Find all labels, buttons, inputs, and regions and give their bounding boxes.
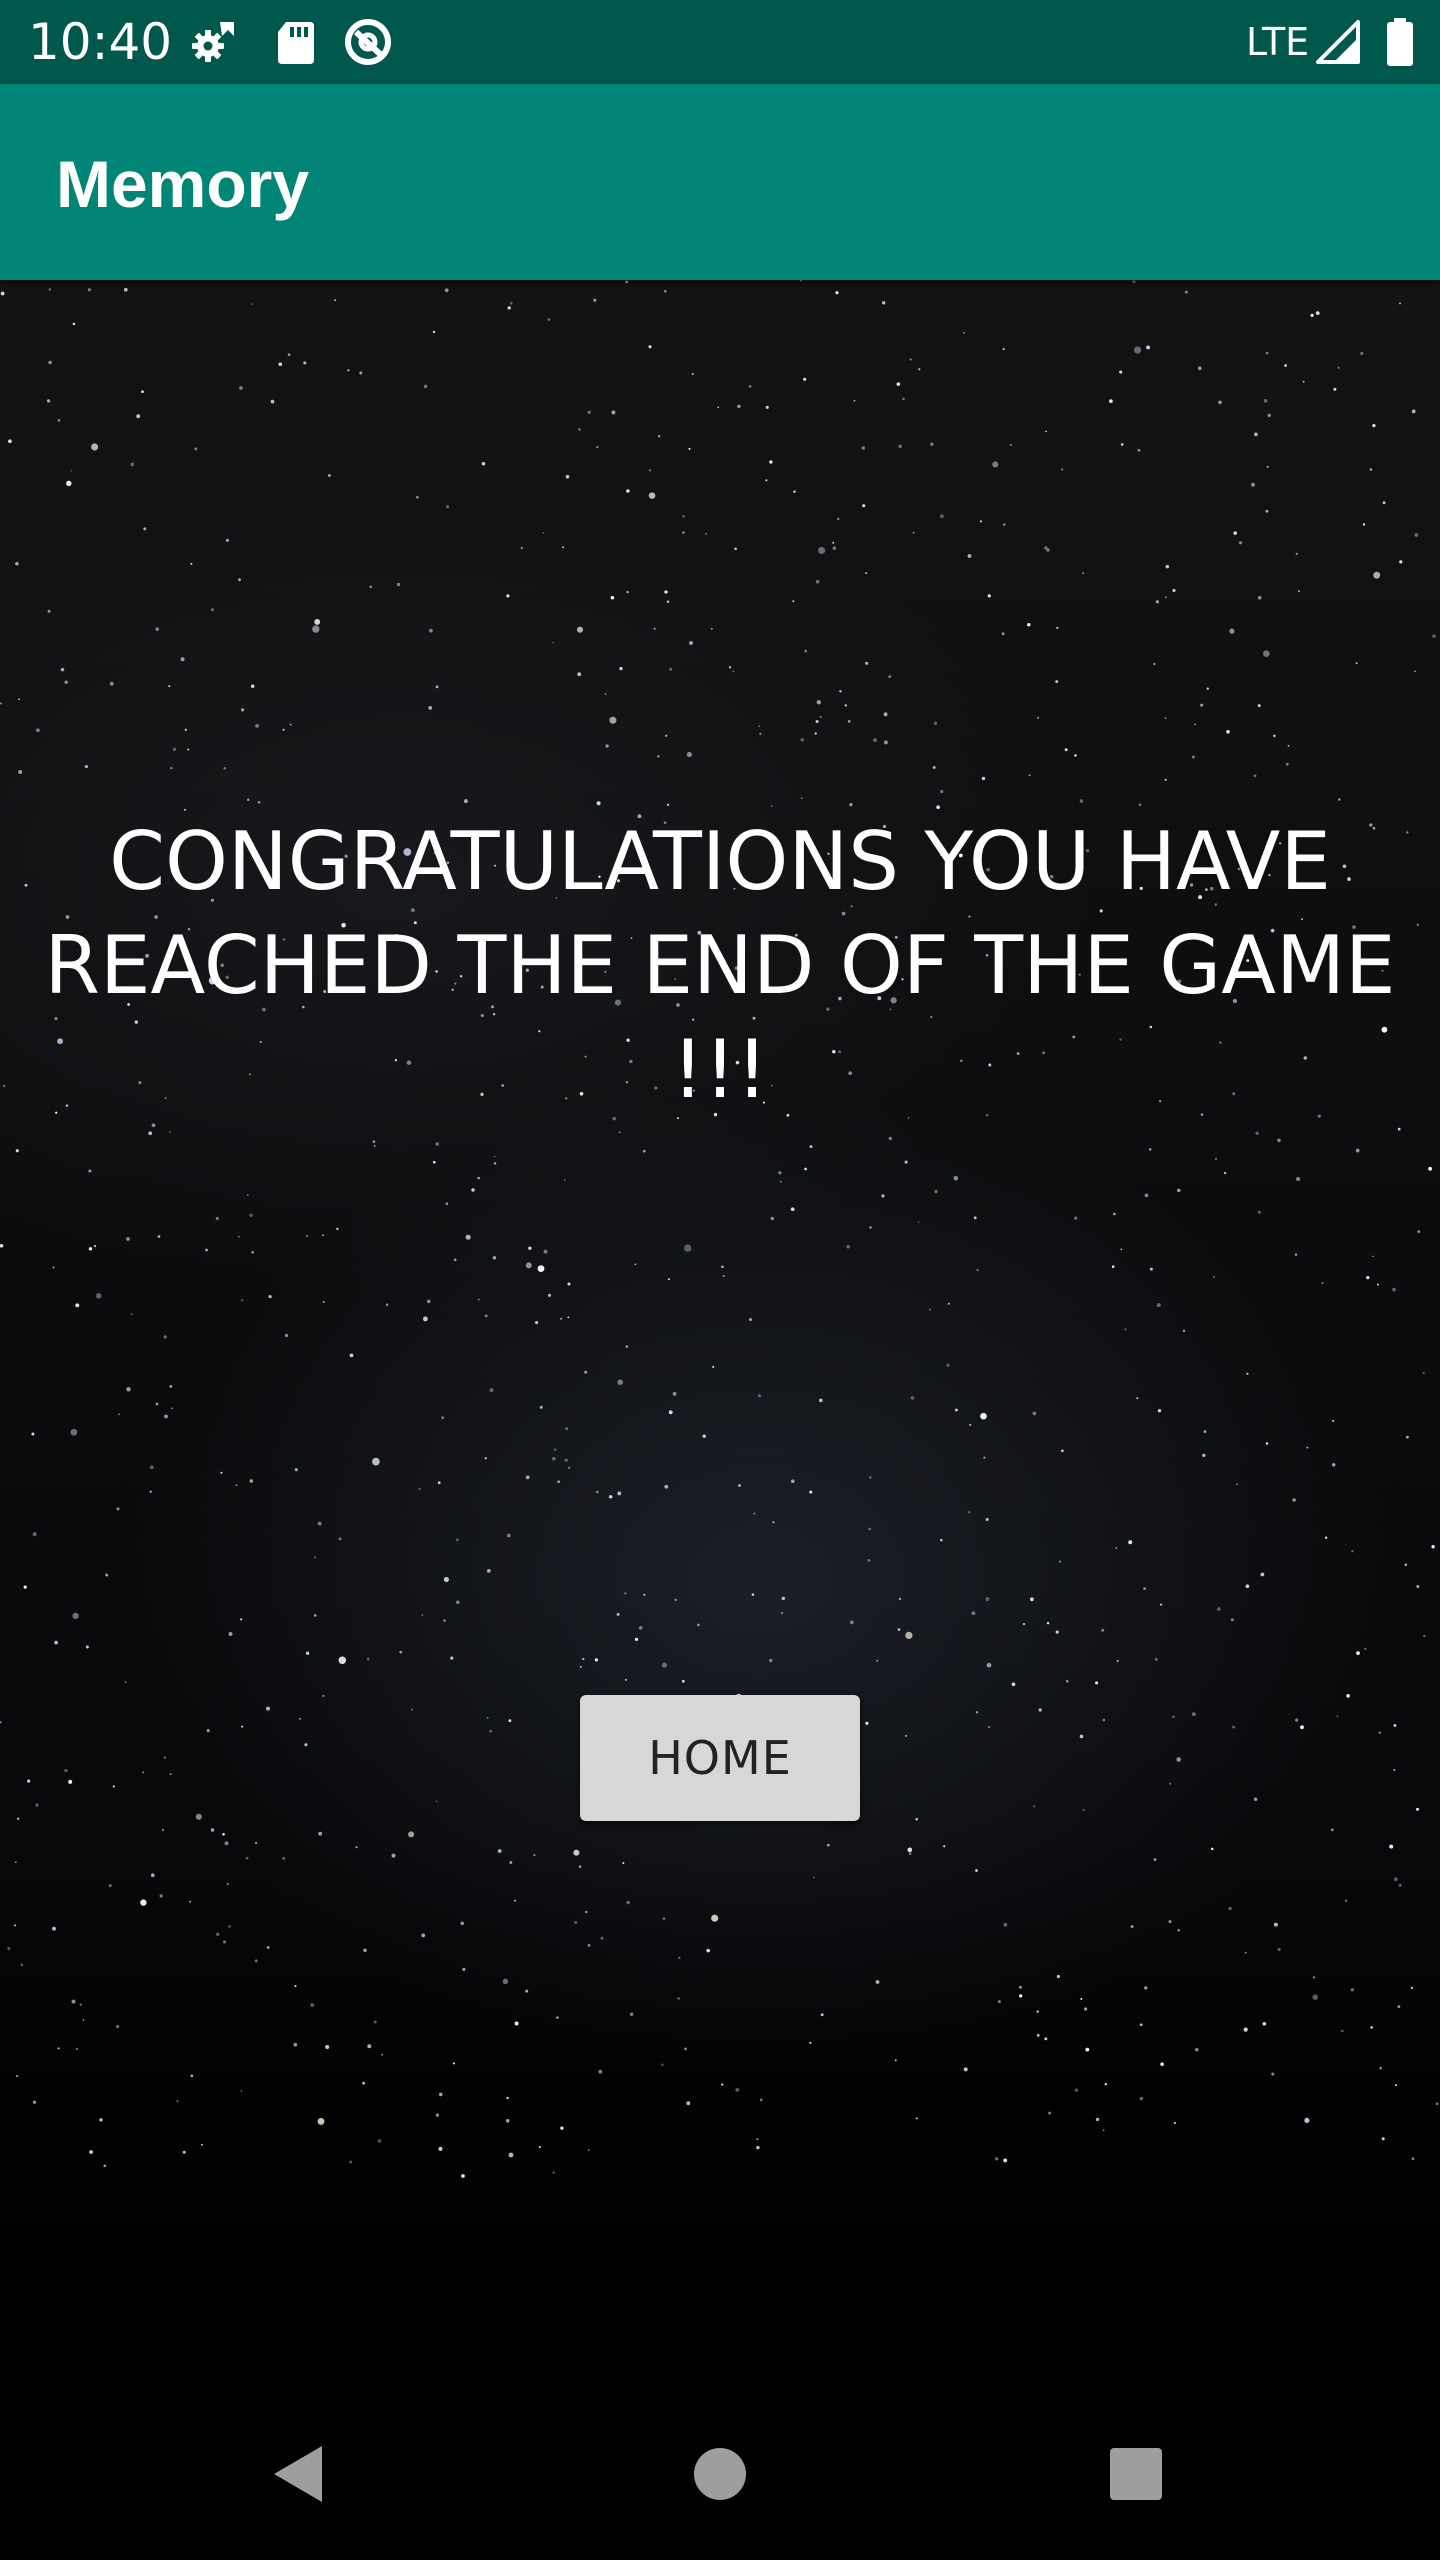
navigation-bar xyxy=(0,2384,1440,2560)
home-button[interactable]: HOME xyxy=(580,1695,860,1821)
battery-icon xyxy=(1387,18,1413,66)
data-saver-icon xyxy=(345,19,391,65)
recents-icon[interactable] xyxy=(1086,2424,1186,2524)
app-title: Memory xyxy=(56,147,310,221)
network-type-label: LTE xyxy=(1246,20,1310,64)
home-icon[interactable] xyxy=(670,2424,770,2524)
starfield-background xyxy=(0,280,1439,2178)
status-time: 10:40 xyxy=(28,13,173,71)
back-icon[interactable] xyxy=(250,2424,350,2524)
signal-icon xyxy=(1316,20,1360,64)
congratulations-message: CONGRATULATIONS YOU HAVE REACHED THE END… xyxy=(44,815,1396,1116)
settings-sync-icon xyxy=(192,22,234,62)
app-bar: Memory xyxy=(0,84,1440,280)
status-bar: 10:40 LTE xyxy=(0,0,1440,84)
sd-card-icon xyxy=(278,22,314,64)
end-game-screen: CONGRATULATIONS YOU HAVE REACHED THE END… xyxy=(0,280,1440,2384)
